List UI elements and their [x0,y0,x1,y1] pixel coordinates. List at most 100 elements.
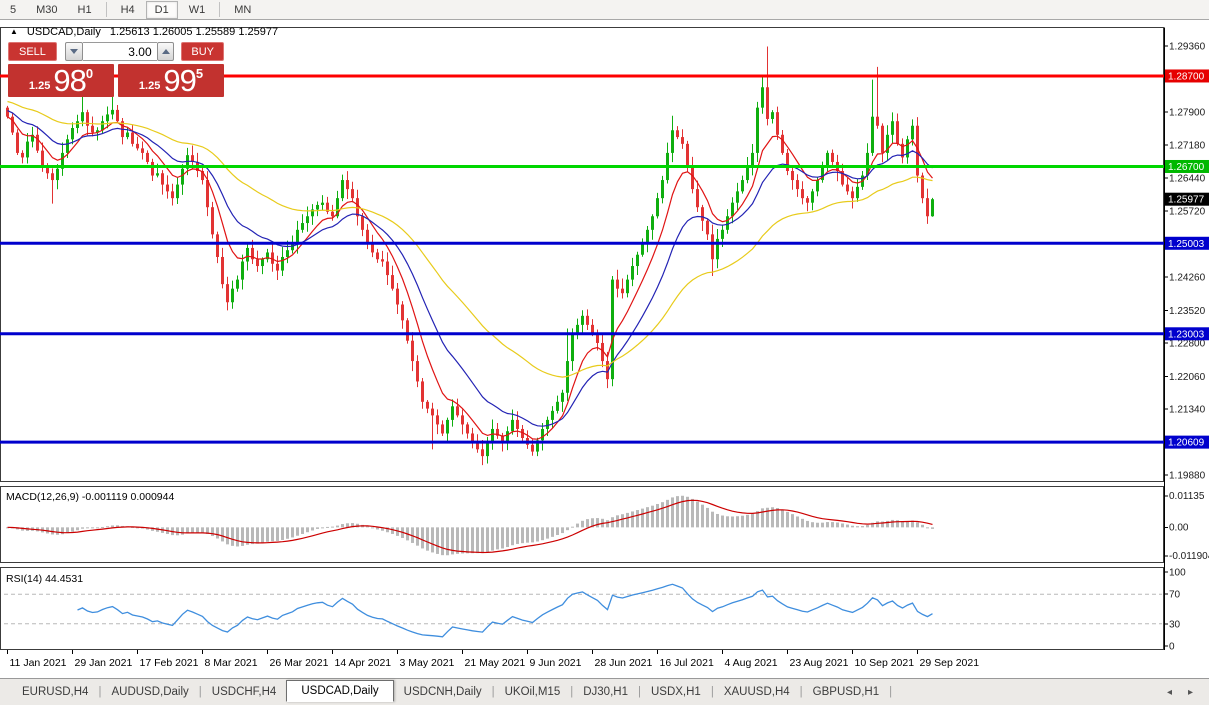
macd-histogram-bar [466,527,469,554]
tab-scroll-right-icon[interactable]: ▸ [1188,687,1193,698]
macd-histogram-bar [681,495,684,528]
toolbar-separator [219,2,221,17]
macd-histogram-bar [621,514,624,528]
chart-tab-usdchf-h4[interactable]: USDCHF,H4 [202,682,287,702]
macd-histogram-bar [516,527,519,544]
x-axis-date-label: 3 May 2021 [400,657,455,669]
macd-histogram-bar [926,527,929,529]
chart-tab-usdcad-daily[interactable]: USDCAD,Daily [286,680,394,702]
chart-tab-xauusd-h4[interactable]: XAUUSD,H4 [714,682,800,702]
chart-tab-gbpusd-h1[interactable]: GBPUSD,H1 [803,682,889,702]
sell-button[interactable]: SELL [8,42,57,61]
macd-histogram-bar [306,527,309,533]
chart-tab-ukoil-m15[interactable]: UKOil,M15 [495,682,571,702]
sell-price-sup: 0 [85,66,94,81]
y-axis-tick-label: 1.29360 [1169,42,1206,53]
macd-histogram-bar [211,527,214,537]
tab-scroll-left-icon[interactable]: ◂ [1167,687,1172,698]
macd-histogram-bar [891,519,894,528]
y-axis-tick-label: 1.23520 [1169,306,1206,317]
sell-price-big: 98 [53,63,86,98]
timeframe-button-h1[interactable]: H1 [69,1,101,19]
macd-histogram-bar [431,527,434,553]
macd-histogram-bar [231,527,234,546]
macd-histogram-bar [786,511,789,528]
macd-histogram-bar [416,527,419,546]
macd-histogram-bar [781,509,784,528]
chart-tab-audusd-daily[interactable]: AUDUSD,Daily [101,682,198,702]
timeframe-button-mn[interactable]: MN [225,1,260,19]
macd-histogram-bar [81,527,84,529]
macd-histogram-bar [546,527,549,539]
macd-histogram-bar [446,527,449,556]
y-axis-tick-label: 1.19880 [1169,471,1206,482]
macd-histogram-bar [651,505,654,528]
macd-histogram-bar [711,511,714,528]
macd-histogram-bar [701,504,704,528]
trading-terminal-window: 5 M30 H1 H4 D1 W1 MN 1.29360 1.27900 1.27180 1.26… [0,0,1209,705]
macd-histogram-bar [626,512,629,528]
macd-histogram-bar [791,514,794,528]
chart-tab-bar: EURUSD,H4 | AUDUSD,Daily | USDCHF,H4 USDCAD,D… [0,678,1209,705]
rsi-line [77,583,933,638]
volume-input[interactable] [82,42,157,61]
spinner-down-icon [69,49,78,54]
macd-histogram-bar [526,527,529,543]
macd-histogram-bar [616,515,619,528]
macd-histogram-bar [321,527,324,529]
macd-histogram-bar [646,507,649,528]
macd-histogram-bar [586,519,589,528]
candles-layer [6,46,934,466]
timeframe-button-w1[interactable]: W1 [180,1,215,19]
timeframe-button-m30[interactable]: M30 [27,1,66,19]
buy-button[interactable]: BUY [181,42,224,61]
toolbar-separator [105,2,107,17]
macd-histogram-bar [391,527,394,534]
timeframe-button-h4[interactable]: H4 [112,1,144,19]
y-axis-tick-label: 1.22060 [1169,372,1206,383]
macd-histogram-bar [196,527,199,533]
macd-histogram-bar [821,522,824,528]
spinner-up-icon [161,49,170,54]
svg-text:1.20609: 1.20609 [1168,438,1205,449]
macd-histogram-bar [876,521,879,528]
rsi-axis-label: 100 [1169,568,1186,579]
macd-histogram-bar [326,526,329,528]
panel-collapse-icon[interactable]: ▲ [10,27,18,36]
buy-price-button[interactable]: 1.25 99 5 [118,64,224,97]
macd-histogram-bar [731,516,734,528]
rsi-indicator-label: RSI(14) 44.4531 [6,573,83,585]
chart-tab-dj30-h1[interactable]: DJ30,H1 [573,682,638,702]
volume-decrease-button[interactable] [64,42,83,61]
macd-histogram-bar [271,527,274,542]
macd-histogram-bar [221,527,224,542]
timeframe-button-5[interactable]: 5 [1,1,25,19]
macd-histogram-bar [491,527,494,551]
buy-price-big: 99 [163,63,196,98]
x-axis-date-label: 9 Jun 2021 [530,657,582,669]
volume-increase-button[interactable] [156,42,175,61]
chart-tab-eurusd-h4[interactable]: EURUSD,H4 [12,682,98,702]
x-axis-date-label: 11 Jan 2021 [10,657,67,669]
chart-symbol-title: USDCAD,Daily [26,26,101,38]
sell-price-button[interactable]: 1.25 98 0 [8,64,114,97]
macd-axis-label: -0.011904 [1169,551,1209,562]
macd-histogram-bar [71,527,74,532]
macd-histogram-bar [501,527,504,549]
macd-histogram-bar [311,527,314,531]
timeframe-button-d1[interactable]: D1 [145,0,178,19]
macd-indicator-label: MACD(12,26,9) -0.001119 0.000944 [6,491,174,503]
chart-tab-usdx-h1[interactable]: USDX,H1 [641,682,711,702]
macd-histogram-bar [826,522,829,528]
macd-histogram-bar [796,516,799,528]
macd-histogram-bar [521,527,524,544]
chart-tab-usdcnh-daily[interactable]: USDCNH,Daily [394,682,492,702]
macd-histogram-bar [286,527,289,539]
macd-histogram-bar [111,525,114,528]
macd-histogram-bar [101,526,104,528]
macd-histogram-bar [751,513,754,528]
macd-histogram-bar [426,527,429,551]
macd-histogram-bar [851,525,854,528]
svg-text:1.25977: 1.25977 [1168,195,1205,206]
macd-histogram-bar [746,514,749,528]
